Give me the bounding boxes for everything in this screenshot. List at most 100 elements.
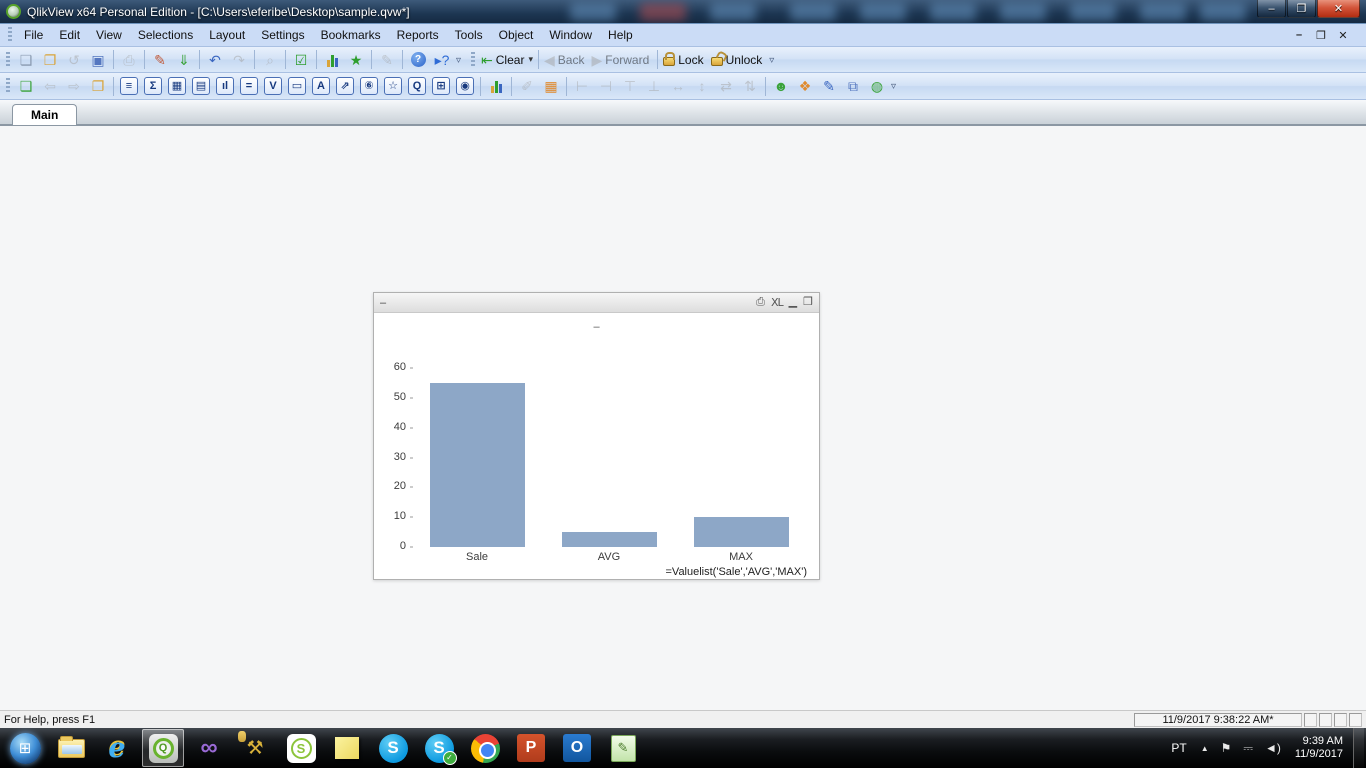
quick-chart-wizard-design-button[interactable]: [484, 75, 508, 97]
demote-sheet-button[interactable]: ⇨: [62, 75, 86, 97]
menu-view[interactable]: View: [88, 25, 130, 45]
menu-object[interactable]: Object: [491, 25, 542, 45]
table-viewer-button[interactable]: ⧉: [841, 75, 865, 97]
create-statistics-box-button[interactable]: Σ: [141, 75, 165, 97]
taskbar-sticky-notes[interactable]: [326, 729, 368, 767]
menu-file[interactable]: File: [16, 25, 51, 45]
print-button[interactable]: ⎙: [117, 49, 141, 71]
tab-main[interactable]: Main: [12, 104, 78, 125]
menu-layout[interactable]: Layout: [201, 25, 253, 45]
taskbar-windows-explorer[interactable]: [50, 729, 92, 767]
align-left-button[interactable]: ⊢: [570, 75, 594, 97]
create-line-arrow-object-button[interactable]: ⇗: [333, 75, 357, 97]
taskbar-qlikview[interactable]: Q: [142, 729, 184, 767]
taskbar-clock[interactable]: 9:39 AM 11/9/2017: [1295, 735, 1343, 761]
user-preferences-button[interactable]: ☻: [769, 75, 793, 97]
open-file-button[interactable]: ❐: [38, 49, 62, 71]
sheet-properties-button[interactable]: ❐: [86, 75, 110, 97]
add-bookmark-button[interactable]: ★: [344, 49, 368, 71]
maximize-chart-icon[interactable]: ❒: [803, 297, 813, 308]
menu-reports[interactable]: Reports: [389, 25, 447, 45]
create-button-object-button[interactable]: ⑥: [357, 75, 381, 97]
search-button[interactable]: ⌕: [258, 49, 282, 71]
save-document-button[interactable]: ▣: [86, 49, 110, 71]
undo-layout-button[interactable]: ↶: [203, 49, 227, 71]
create-input-box-button[interactable]: =: [237, 75, 261, 97]
create-slider-object-button[interactable]: ▭: [285, 75, 309, 97]
taskbar-notepad-plus-plus[interactable]: ✎: [602, 729, 644, 767]
align-top-button[interactable]: ⊤: [618, 75, 642, 97]
taskbar-powerpoint[interactable]: P: [510, 729, 552, 767]
bar-sale[interactable]: [429, 382, 525, 547]
edit-script-button[interactable]: ✎: [148, 49, 172, 71]
minimize-chart-icon[interactable]: ▁: [789, 297, 797, 308]
create-multi-box-button[interactable]: V: [261, 75, 285, 97]
edit-module-button[interactable]: ✎: [817, 75, 841, 97]
create-chart-button[interactable]: ıl: [213, 75, 237, 97]
bar-max[interactable]: [693, 517, 789, 547]
window-close-button[interactable]: ✕: [1317, 0, 1360, 18]
new-document-button[interactable]: ❏: [14, 49, 38, 71]
taskbar-internet-explorer[interactable]: e: [96, 729, 138, 767]
create-text-object-button[interactable]: A: [309, 75, 333, 97]
print-chart-icon[interactable]: ⎙: [756, 297, 765, 308]
add-sheet-button[interactable]: ❏: [14, 75, 38, 97]
notes-button[interactable]: ✎: [375, 49, 399, 71]
window-minimize-button[interactable]: –: [1257, 0, 1286, 18]
reload-data-button[interactable]: ⇓: [172, 49, 196, 71]
adjust-left-button[interactable]: ⇄: [714, 75, 738, 97]
tray-expand-icon[interactable]: ▲: [1201, 744, 1209, 753]
show-desktop-button[interactable]: [1353, 728, 1364, 768]
align-center-horizontal-button[interactable]: ⊣: [594, 75, 618, 97]
menu-tools[interactable]: Tools: [447, 25, 491, 45]
unlock-selections-button[interactable]: Unlock: [709, 49, 768, 71]
clear-selections-button[interactable]: ⇤ Clear ▾: [479, 49, 535, 71]
menu-bookmarks[interactable]: Bookmarks: [313, 25, 389, 45]
chart-window[interactable]: – ⎙ XL ▁ ❒ – 0 10 20 30 40 50 60 Sale AVG MAX =Valu…: [373, 292, 820, 580]
forward-button[interactable]: ▶ Forward: [589, 49, 654, 71]
space-vertically-button[interactable]: ↕: [690, 75, 714, 97]
space-horizontally-button[interactable]: ↔: [666, 75, 690, 97]
help-button[interactable]: ?: [406, 49, 430, 71]
promote-sheet-button[interactable]: ⇦: [38, 75, 62, 97]
menu-settings[interactable]: Settings: [253, 25, 312, 45]
child-close-button[interactable]: ✕: [1332, 27, 1354, 44]
current-selections-button[interactable]: ☑: [289, 49, 313, 71]
bar-avg[interactable]: [561, 532, 657, 547]
window-restore-button[interactable]: ❐: [1287, 0, 1316, 18]
menu-edit[interactable]: Edit: [51, 25, 88, 45]
create-bookmark-object-button[interactable]: ☆: [381, 75, 405, 97]
taskbar-sql-tools[interactable]: ⚒: [234, 729, 276, 767]
menu-help[interactable]: Help: [600, 25, 641, 45]
chart-caption-bar[interactable]: – ⎙ XL ▁ ❒: [374, 293, 819, 313]
start-button[interactable]: ⊞: [4, 729, 46, 767]
taskbar-skype-business[interactable]: S: [280, 729, 322, 767]
context-help-button[interactable]: ▸?: [430, 49, 454, 71]
redo-layout-button[interactable]: ↷: [227, 49, 251, 71]
format-painter-button[interactable]: ✐: [515, 75, 539, 97]
refresh-document-button[interactable]: ↺: [62, 49, 86, 71]
tray-action-center-icon[interactable]: ⚑: [1221, 741, 1232, 755]
menu-selections[interactable]: Selections: [130, 25, 201, 45]
child-minimize-button[interactable]: –: [1288, 27, 1310, 44]
taskbar-outlook[interactable]: O: [556, 729, 598, 767]
create-search-object-button[interactable]: Q: [405, 75, 429, 97]
quick-chart-wizard-button[interactable]: [320, 49, 344, 71]
document-properties-button[interactable]: ❖: [793, 75, 817, 97]
create-container-object-button[interactable]: ⊞: [429, 75, 453, 97]
menu-window[interactable]: Window: [541, 25, 600, 45]
web-page-button[interactable]: ◍: [865, 75, 889, 97]
create-pivot-table-button[interactable]: ▤: [189, 75, 213, 97]
design-grid-button[interactable]: ▦: [539, 75, 563, 97]
taskbar-skype-signed-in[interactable]: S: [418, 729, 460, 767]
create-table-box-button[interactable]: ▦: [165, 75, 189, 97]
create-custom-object-button[interactable]: ◉: [453, 75, 477, 97]
toolbar-overflow-icon[interactable]: ▿: [456, 55, 461, 66]
lock-selections-button[interactable]: Lock: [661, 49, 708, 71]
export-to-excel-icon[interactable]: XL: [771, 297, 784, 308]
taskbar-chrome[interactable]: [464, 729, 506, 767]
taskbar-visual-studio[interactable]: ∞: [188, 729, 230, 767]
adjust-top-button[interactable]: ⇅: [738, 75, 762, 97]
toolbar-overflow-icon[interactable]: ▿: [769, 55, 774, 66]
taskbar-skype[interactable]: S: [372, 729, 414, 767]
